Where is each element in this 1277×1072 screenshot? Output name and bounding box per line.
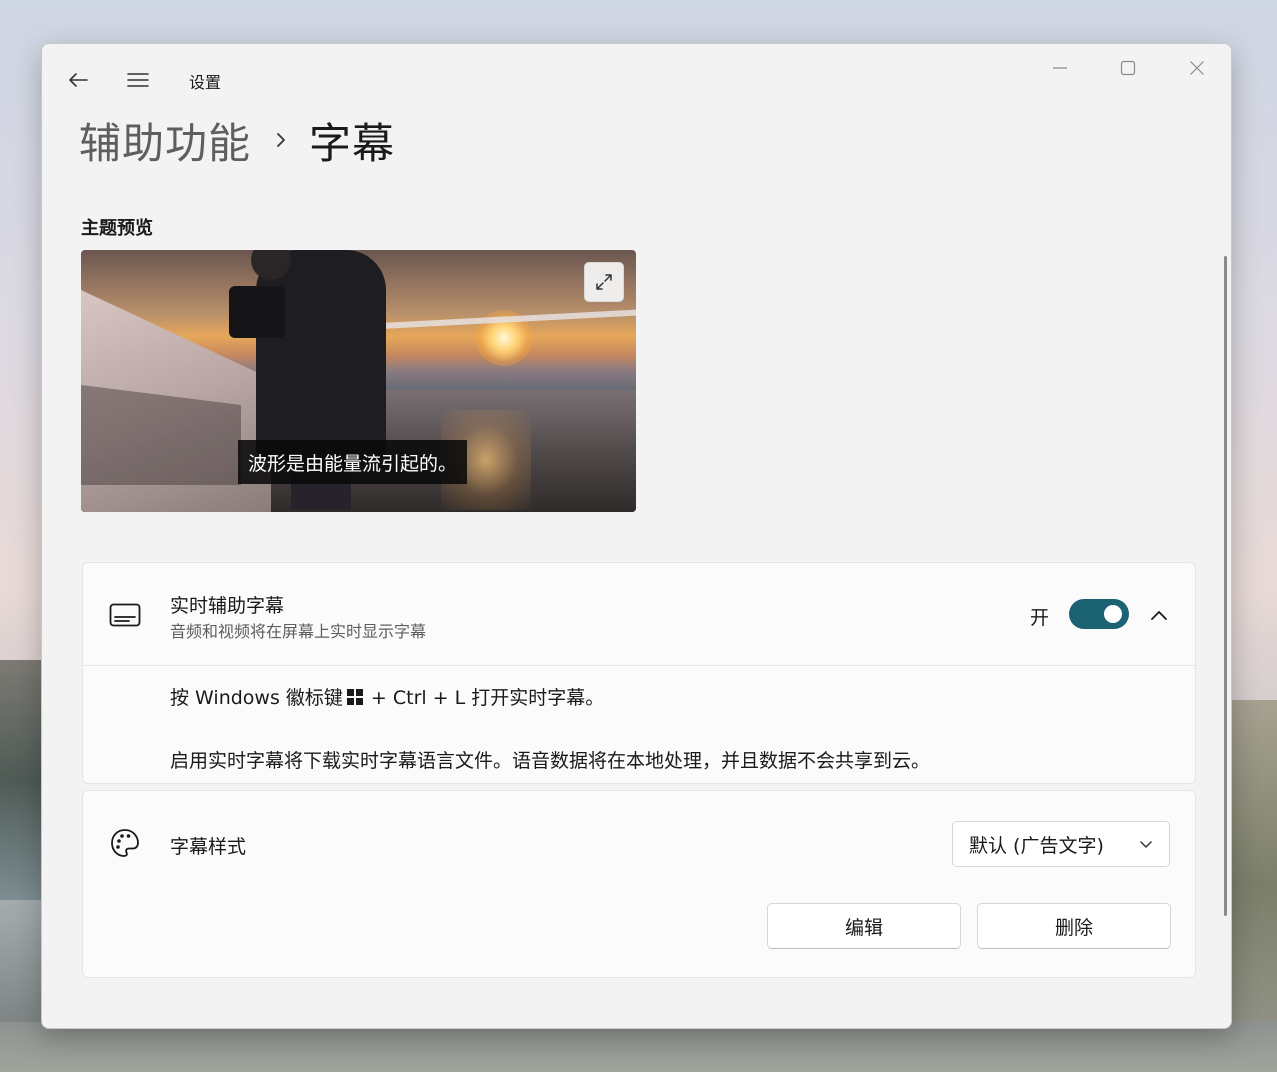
minimize-button[interactable] <box>1037 52 1083 84</box>
app-title: 设置 <box>189 73 222 92</box>
maximize-button[interactable] <box>1105 52 1151 84</box>
live-captions-title: 实时辅助字幕 <box>170 595 285 617</box>
toggle-state-label: 开 <box>1030 607 1050 629</box>
title-bar: 设置 <box>42 44 1231 114</box>
toggle-knob <box>1104 605 1122 623</box>
expand-icon <box>596 274 612 290</box>
hamburger-menu-icon <box>127 73 149 87</box>
settings-window: 设置 辅助功能 字幕 主题预览 波形是由能量流引起的。 实时辅助字幕 音频和视频… <box>41 43 1232 1029</box>
chevron-down-icon <box>1140 841 1152 848</box>
delete-button[interactable]: 删除 <box>977 903 1171 949</box>
close-button[interactable] <box>1174 52 1220 84</box>
chevron-up-icon <box>1151 611 1167 620</box>
desktop-wallpaper-right <box>1227 700 1277 1072</box>
navigation-menu-button[interactable] <box>122 64 154 96</box>
caption-style-selected: 默认 (广告文字) <box>969 834 1104 857</box>
close-icon <box>1190 61 1204 75</box>
live-captions-toggle[interactable] <box>1069 599 1129 629</box>
page-title: 字幕 <box>309 118 396 168</box>
expand-preview-button[interactable] <box>584 262 624 302</box>
shortcut-hint-prefix: 按 Windows 徽标键 <box>170 687 343 709</box>
breadcrumb: 辅助功能 字幕 <box>79 110 395 170</box>
preview-person-bag <box>229 286 285 338</box>
caption-style-card: 字幕样式 默认 (广告文字) 编辑 删除 <box>82 790 1196 978</box>
minimize-icon <box>1053 67 1067 69</box>
shortcut-hint-suffix: + Ctrl + L 打开实时字幕。 <box>370 687 605 709</box>
preview-caption: 波形是由能量流引起的。 <box>238 440 468 484</box>
breadcrumb-parent[interactable]: 辅助功能 <box>79 110 251 171</box>
desktop-wallpaper-bottom <box>0 1022 1277 1072</box>
theme-preview-label: 主题预览 <box>81 218 153 239</box>
back-button[interactable] <box>62 64 94 96</box>
caption-style-dropdown[interactable]: 默认 (广告文字) <box>952 821 1170 867</box>
theme-preview-image: 波形是由能量流引起的。 <box>81 250 636 512</box>
caption-style-title: 字幕样式 <box>170 836 247 858</box>
collapse-button[interactable] <box>1143 599 1175 631</box>
palette-icon <box>109 827 141 859</box>
live-captions-description: 音频和视频将在屏幕上实时显示字幕 <box>170 622 427 641</box>
back-arrow-icon <box>69 73 88 87</box>
chevron-right-icon <box>275 131 287 149</box>
shortcut-hint: 按 Windows 徽标键 + Ctrl + L 打开实时字幕。 <box>170 683 604 710</box>
windows-logo-icon <box>346 688 363 705</box>
live-captions-header[interactable]: 实时辅助字幕 音频和视频将在屏幕上实时显示字幕 开 <box>83 563 1195 666</box>
live-captions-card: 实时辅助字幕 音频和视频将在屏幕上实时显示字幕 开 按 Windows 徽标键 <box>82 562 1196 784</box>
scrollbar[interactable] <box>1224 256 1227 916</box>
preview-person <box>256 250 386 460</box>
maximize-icon <box>1120 60 1136 76</box>
edit-button[interactable]: 编辑 <box>767 903 961 949</box>
live-captions-info: 启用实时字幕将下载实时字幕语言文件。语音数据将在本地处理，并且数据不会共享到云。 <box>170 750 931 772</box>
closed-caption-icon <box>109 599 141 631</box>
